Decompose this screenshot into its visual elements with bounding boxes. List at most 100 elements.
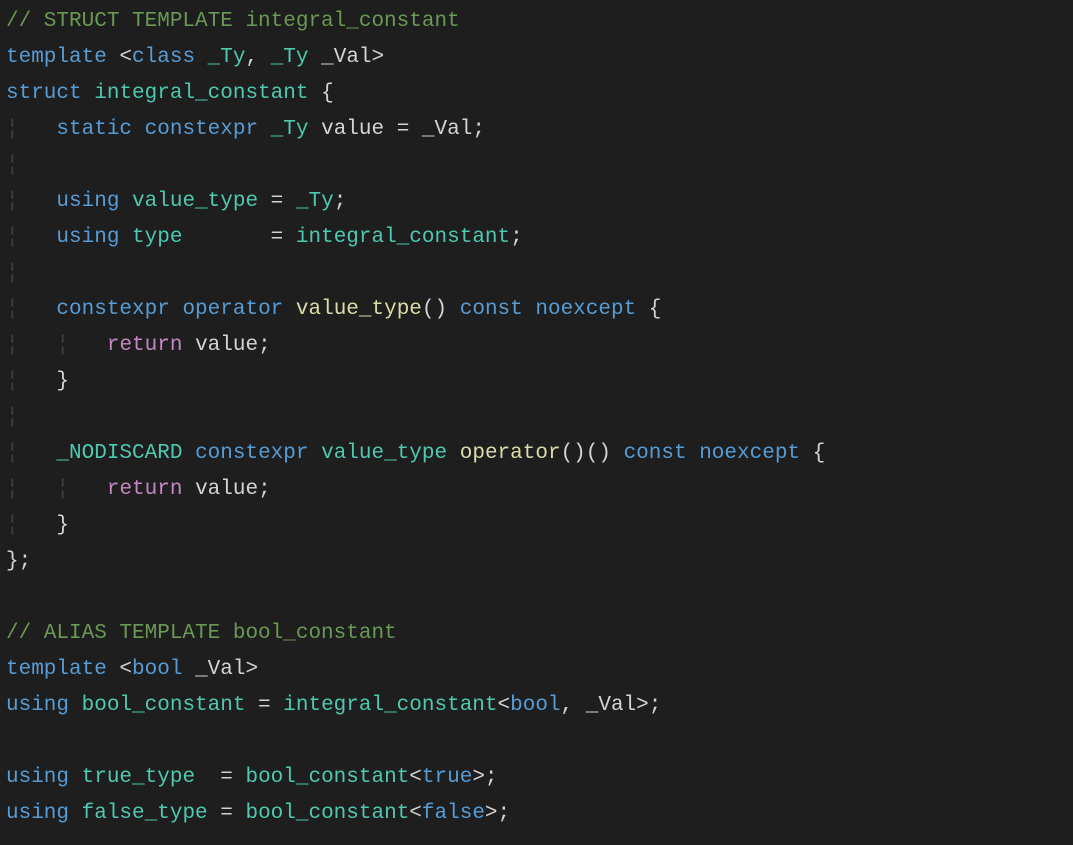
code-token: ¦: [6, 190, 19, 213]
code-token: }: [19, 370, 69, 393]
code-token: <: [107, 658, 132, 681]
code-token: bool_constant: [245, 766, 409, 789]
code-token: noexcept: [535, 298, 636, 321]
code-token: type: [132, 226, 182, 249]
code-token: ;: [510, 226, 523, 249]
code-token: <: [498, 694, 511, 717]
code-token: value;: [182, 478, 270, 501]
code-token: _Val>: [182, 658, 258, 681]
code-token: [182, 442, 195, 465]
code-token: =: [208, 802, 246, 825]
code-token: class: [132, 46, 195, 69]
code-token: [523, 298, 536, 321]
code-token: true: [422, 766, 472, 789]
code-token: using: [6, 766, 69, 789]
code-token: >;: [485, 802, 510, 825]
code-token: constexpr: [145, 118, 258, 141]
code-token: value = _Val;: [309, 118, 485, 141]
code-token: true_type: [82, 766, 195, 789]
code-token: // ALIAS TEMPLATE bool_constant: [6, 622, 397, 645]
code-token: [19, 226, 57, 249]
code-token: value_type: [296, 298, 422, 321]
code-token: using: [56, 190, 119, 213]
code-token: <: [107, 46, 132, 69]
code-token: ¦: [6, 226, 19, 249]
code-token: ¦: [6, 478, 19, 501]
code-token: =: [195, 766, 245, 789]
code-token: ,: [245, 46, 270, 69]
code-token: =: [182, 226, 295, 249]
code-token: [19, 298, 57, 321]
code-token: ¦: [6, 298, 19, 321]
code-token: ¦: [56, 478, 69, 501]
code-token: [19, 334, 57, 357]
code-token: value;: [182, 334, 270, 357]
code-token: {: [636, 298, 661, 321]
code-token: return: [107, 334, 183, 357]
code-token: _Ty: [208, 46, 246, 69]
code-token: _Ty: [271, 46, 309, 69]
code-token: bool_constant: [82, 694, 246, 717]
code-token: =: [258, 190, 296, 213]
code-token: [258, 118, 271, 141]
code-token: [19, 478, 57, 501]
code-token: integral_constant: [283, 694, 497, 717]
code-token: _Ty: [296, 190, 334, 213]
code-token: }: [19, 514, 69, 537]
code-token: [119, 226, 132, 249]
code-token: // STRUCT TEMPLATE integral_constant: [6, 10, 460, 33]
code-token: operator: [460, 442, 561, 465]
code-token: [69, 334, 107, 357]
code-token: template: [6, 46, 107, 69]
code-token: _Val>: [309, 46, 385, 69]
code-token: using: [6, 694, 69, 717]
code-token: _NODISCARD: [56, 442, 182, 465]
code-token: ¦: [56, 334, 69, 357]
code-token: (): [422, 298, 460, 321]
code-token: =: [245, 694, 283, 717]
code-token: ¦: [6, 262, 19, 285]
code-token: constexpr: [195, 442, 308, 465]
code-token: {: [308, 82, 333, 105]
code-token: [447, 442, 460, 465]
code-token: [119, 190, 132, 213]
code-token: ¦: [6, 154, 19, 177]
code-token: [170, 298, 183, 321]
code-token: [69, 478, 107, 501]
code-token: bool: [510, 694, 560, 717]
code-token: operator: [182, 298, 283, 321]
code-token: const: [460, 298, 523, 321]
code-token: ¦: [6, 442, 19, 465]
code-token: [82, 82, 95, 105]
code-token: value_type: [132, 190, 258, 213]
code-token: ()(): [561, 442, 624, 465]
code-token: ¦: [6, 514, 19, 537]
code-token: integral_constant: [94, 82, 308, 105]
code-token: [69, 766, 82, 789]
code-token: static: [56, 118, 132, 141]
code-token: [19, 190, 57, 213]
code-token: [283, 298, 296, 321]
code-token: using: [56, 226, 119, 249]
code-token: >;: [472, 766, 497, 789]
code-token: ¦: [6, 118, 19, 141]
code-token: integral_constant: [296, 226, 510, 249]
code-token: [687, 442, 700, 465]
code-token: [69, 694, 82, 717]
code-token: ¦: [6, 370, 19, 393]
code-token: ¦: [6, 334, 19, 357]
code-token: [19, 118, 57, 141]
code-editor-content[interactable]: // STRUCT TEMPLATE integral_constant tem…: [0, 0, 1073, 832]
code-token: [19, 442, 57, 465]
code-token: using: [6, 802, 69, 825]
code-token: [308, 442, 321, 465]
code-token: bool_constant: [245, 802, 409, 825]
code-token: , _Val>;: [561, 694, 662, 717]
code-token: ¦: [6, 406, 19, 429]
code-token: false_type: [82, 802, 208, 825]
code-token: struct: [6, 82, 82, 105]
code-token: value_type: [321, 442, 447, 465]
code-token: _Ty: [271, 118, 309, 141]
code-token: {: [800, 442, 825, 465]
code-token: false: [422, 802, 485, 825]
